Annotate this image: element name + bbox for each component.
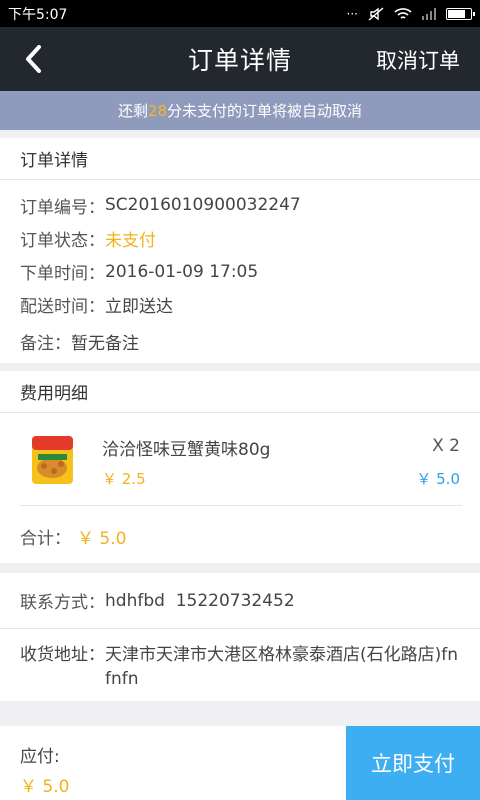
delivery-time-row: 配送时间： 立即送达 [0,288,480,321]
battery-icon [446,7,475,20]
contact-card: 联系方式： hdhfbd 15220732452 收货地址： 天津市天津市大港区… [0,573,480,701]
order-number-value: SC2016010900032247 [105,195,301,215]
pay-now-button[interactable]: 立即支付 [346,726,480,800]
status-icons: ··· [346,6,475,21]
total-label: 合计： [20,528,71,549]
note-value: 暂无备注 [71,333,139,354]
total-row: 合计： ￥ 5.0 [0,521,126,551]
product-image [32,436,73,484]
amount-due-label: 应付: [20,747,60,767]
more-dots-icon: ··· [346,6,358,21]
note-label: 备注： [20,333,71,354]
fee-detail-header: 费用明细 [0,371,480,413]
address-label: 收货地址： [20,645,105,665]
order-time-label: 下单时间： [20,264,105,284]
product-quantity: X 2 [432,436,460,456]
total-value: ￥ 5.0 [77,528,127,549]
delivery-time-value: 立即送达 [105,297,173,317]
order-time-value: 2016-01-09 17:05 [105,261,259,282]
order-status-row: 订单状态： 未支付 [0,222,480,255]
order-number-label: 订单编号： [20,197,105,218]
delivery-time-label: 配送时间： [20,297,105,317]
page-title: 订单详情 [187,46,292,75]
order-time-row: 下单时间： 2016-01-09 17:05 [0,255,480,288]
auto-cancel-notice: 还剩 28 分未支付的订单将被自动取消 [0,91,480,130]
product-subtotal: ￥ 5.0 [416,470,460,488]
product-price: ￥ 2.5 [102,470,146,488]
product-name: 洽洽怪味豆蟹黄味80g [102,440,271,460]
order-number-row: 订单编号： SC2016010900032247 [0,188,480,222]
divider [20,505,462,506]
notice-minutes: 28 [147,101,168,120]
address-row: 收货地址： 天津市天津市大港区格林豪泰酒店(石化路店)fnfnfn [0,629,480,691]
contact-value: hdhfbd 15220732452 [105,590,295,611]
address-value: 天津市天津市大港区格林豪泰酒店(石化路店)fnfnfn [105,645,459,689]
order-info-header: 订单详情 [0,138,480,180]
chevron-left-icon [26,45,41,73]
back-button[interactable] [18,41,48,77]
status-time: 下午5:07 [8,6,68,23]
order-status-label: 订单状态： [20,231,105,251]
wifi-icon [394,7,412,19]
nav-bar: 订单详情 取消订单 [0,27,480,91]
battery-fill [448,9,465,18]
notice-prefix: 还剩 [117,102,148,120]
contact-label: 联系方式： [20,593,105,613]
contact-row: 联系方式： hdhfbd 15220732452 [0,573,480,629]
signal-icon [422,7,436,20]
bottom-pay-bar: 应付: ￥ 5.0 立即支付 [0,726,480,800]
cancel-order-button[interactable]: 取消订单 [376,45,460,75]
amount-due-value: ￥ 5.0 [20,777,70,797]
mute-icon [368,6,384,21]
notice-suffix: 分未支付的订单将被自动取消 [167,102,363,120]
note-row: 备注： 暂无备注 [0,321,480,361]
order-info-card: 订单详情 订单编号： SC2016010900032247 订单状态： 未支付 … [0,138,480,363]
order-status-value: 未支付 [105,231,156,251]
status-bar: 下午5:07 ··· [0,0,480,27]
